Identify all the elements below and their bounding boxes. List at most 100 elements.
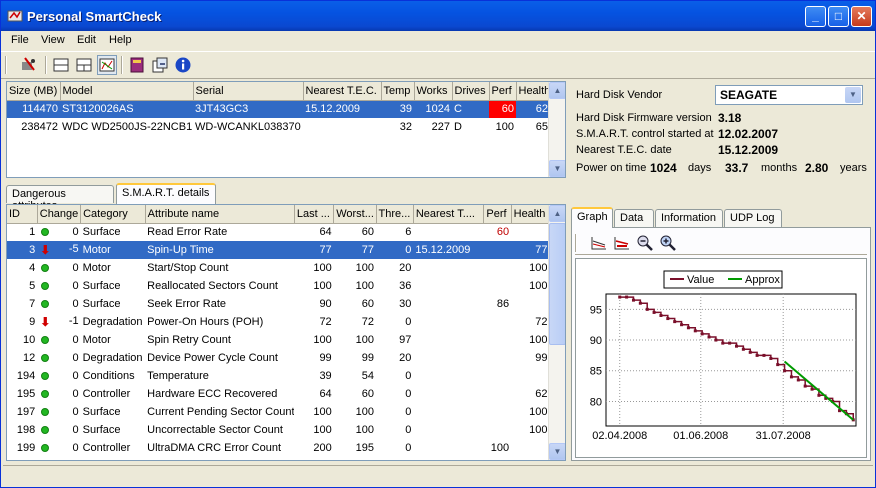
attribute-row[interactable]: 197 0 Surface Current Pending Sector Count 1… bbox=[7, 403, 550, 421]
attribute-row[interactable]: 7 0 Surface Seek Error Rate 90 60 30 86 bbox=[7, 295, 550, 313]
tab-information[interactable]: Information bbox=[655, 209, 723, 227]
status-bar bbox=[3, 465, 873, 485]
scroll-up-button[interactable]: ▲ bbox=[549, 82, 565, 99]
attribute-name: Temperature bbox=[147, 370, 209, 382]
layout-split-icon[interactable] bbox=[74, 55, 94, 75]
export-icon[interactable] bbox=[150, 55, 170, 75]
col-nearest-tec[interactable]: Nearest T.E.C. bbox=[303, 82, 382, 101]
attribute-last: 72 bbox=[319, 316, 332, 328]
data-point bbox=[796, 378, 800, 382]
attributes-scrollbar[interactable]: ▲ ▼ bbox=[548, 205, 565, 460]
col-threshold[interactable]: Thre... bbox=[376, 205, 414, 224]
close-button[interactable]: ✕ bbox=[851, 6, 872, 27]
attribute-worst: 99 bbox=[361, 352, 375, 364]
col-nearest-tec[interactable]: Nearest T.... bbox=[413, 205, 485, 224]
attribute-name: Seek Error Rate bbox=[147, 298, 227, 310]
chevron-down-icon[interactable]: ▼ bbox=[845, 87, 861, 103]
legend-label: Value bbox=[687, 274, 714, 286]
scroll-down-button[interactable]: ▼ bbox=[549, 160, 565, 177]
col-works[interactable]: Works bbox=[414, 82, 453, 101]
attribute-name: Read Error Rate bbox=[147, 226, 228, 239]
y-tick-label: 90 bbox=[590, 335, 602, 347]
minimize-button[interactable]: _ bbox=[805, 6, 826, 27]
attribute-threshold: 36 bbox=[399, 280, 412, 292]
status-ok-icon bbox=[41, 390, 50, 398]
tab-udp-log[interactable]: UDP Log bbox=[724, 209, 782, 227]
change-value: 0 bbox=[72, 370, 79, 382]
attribute-row[interactable]: 1 0 Surface Read Error Rate 64 60 6 60 bbox=[7, 223, 550, 241]
info-icon[interactable] bbox=[173, 55, 193, 75]
col-model[interactable]: Model bbox=[60, 82, 194, 101]
scroll-up-button[interactable]: ▲ bbox=[549, 205, 565, 222]
attribute-row[interactable]: 10 0 Motor Spin Retry Count 100 100 97 100 bbox=[7, 331, 550, 349]
attribute-worst: 72 bbox=[361, 316, 375, 328]
menu-edit[interactable]: Edit bbox=[77, 34, 96, 46]
attribute-nearest-tec bbox=[413, 421, 484, 439]
tec-date-value: 15.12.2009 bbox=[718, 143, 779, 157]
drive-perf: 100 bbox=[495, 121, 514, 133]
col-id[interactable]: ID bbox=[7, 205, 38, 224]
menu-file[interactable]: File bbox=[11, 34, 29, 46]
col-size[interactable]: Size (MB) bbox=[7, 82, 61, 101]
col-serial[interactable]: Serial bbox=[193, 82, 304, 101]
data-point bbox=[666, 317, 670, 321]
col-perf[interactable]: Perf bbox=[483, 205, 512, 224]
attribute-row[interactable]: 199 0 Controller UltraDMA CRC Error Count 20… bbox=[7, 439, 550, 457]
attribute-row[interactable]: 3 ⬇ -5 Motor Spin-Up Time 77 77 0 15.12.2009 77 bbox=[7, 241, 550, 259]
scroll-thumb[interactable] bbox=[549, 223, 565, 345]
attribute-row[interactable]: 194 0 Conditions Temperature 39 54 0 bbox=[7, 367, 550, 385]
attribute-category: Degradation bbox=[82, 352, 143, 364]
data-point bbox=[741, 347, 745, 351]
tab-dangerous-attributes[interactable]: Dangerous attributes bbox=[6, 185, 114, 212]
book-icon[interactable] bbox=[127, 55, 147, 75]
menu-view[interactable]: View bbox=[41, 34, 65, 46]
attribute-row[interactable]: 5 0 Surface Reallocated Sectors Count 100 100… bbox=[7, 277, 550, 295]
drive-size: 114470 bbox=[7, 100, 60, 118]
chart-line-red-icon[interactable] bbox=[612, 233, 632, 253]
zoom-in-icon[interactable] bbox=[658, 233, 678, 253]
menu-help[interactable]: Help bbox=[109, 34, 132, 46]
data-point bbox=[680, 323, 684, 327]
data-point bbox=[817, 393, 821, 397]
col-category[interactable]: Category bbox=[80, 205, 146, 224]
attribute-row[interactable]: 195 0 Controller Hardware ECC Recovered 64 60… bbox=[7, 385, 550, 403]
drive-model: ST3120026AS bbox=[60, 100, 193, 118]
title-bar[interactable]: Personal SmartCheck _ □ ✕ bbox=[1, 1, 875, 31]
drive-row[interactable]: 114470 ST3120026AS 3JT43GC3 15.12.2009 3… bbox=[7, 100, 550, 118]
col-drives[interactable]: Drives bbox=[452, 82, 490, 101]
attribute-id: 7 bbox=[29, 298, 36, 310]
attribute-row[interactable]: 9 ⬇ -1 Degradation Power-On Hours (POH) 72 72 0… bbox=[7, 313, 550, 331]
col-attribute-name[interactable]: Attribute name bbox=[145, 205, 295, 224]
attribute-worst: 77 bbox=[333, 241, 377, 259]
attribute-nearest-tec bbox=[413, 403, 484, 421]
attribute-category: Conditions bbox=[82, 370, 135, 382]
attribute-health: 100 bbox=[529, 280, 548, 292]
col-worst[interactable]: Worst... bbox=[333, 205, 377, 224]
trend-down-icon: ⬇ bbox=[40, 243, 51, 257]
col-change[interactable]: Change bbox=[37, 205, 82, 224]
zoom-out-icon[interactable] bbox=[635, 233, 655, 253]
col-health[interactable]: Health bbox=[511, 205, 551, 224]
chart-line-icon[interactable] bbox=[589, 233, 609, 253]
tab-data[interactable]: Data bbox=[614, 209, 654, 227]
layout-single-icon[interactable] bbox=[51, 55, 71, 75]
scroll-down-button[interactable]: ▼ bbox=[549, 443, 565, 460]
tab-graph[interactable]: Graph bbox=[571, 207, 613, 228]
attribute-change: 0 bbox=[37, 277, 80, 295]
smart-check-icon[interactable] bbox=[19, 55, 39, 75]
attribute-row[interactable]: 12 0 Degradation Device Power Cycle Count 99… bbox=[7, 349, 550, 367]
col-last[interactable]: Last ... bbox=[294, 205, 335, 224]
col-temp[interactable]: Temp bbox=[381, 82, 415, 101]
menu-bar: File View Edit Help bbox=[1, 31, 875, 50]
layout-grid-icon[interactable] bbox=[97, 55, 117, 75]
vendor-select[interactable]: SEAGATE ▼ bbox=[715, 85, 863, 105]
maximize-button[interactable]: □ bbox=[828, 6, 849, 27]
attribute-last: 100 bbox=[313, 280, 332, 292]
drive-row[interactable]: 238472 WDC WD2500JS-22NCB1 WD-WCANKL0383… bbox=[7, 118, 550, 136]
tab-smart-details[interactable]: S.M.A.R.T. details bbox=[116, 183, 216, 204]
col-health[interactable]: Health bbox=[516, 82, 551, 101]
attribute-row[interactable]: 4 0 Motor Start/Stop Count 100 100 20 100 bbox=[7, 259, 550, 277]
col-perf[interactable]: Perf bbox=[489, 82, 517, 101]
attribute-row[interactable]: 198 0 Surface Uncorrectable Sector Count 100… bbox=[7, 421, 550, 439]
drives-scrollbar[interactable]: ▲ ▼ bbox=[548, 82, 565, 177]
